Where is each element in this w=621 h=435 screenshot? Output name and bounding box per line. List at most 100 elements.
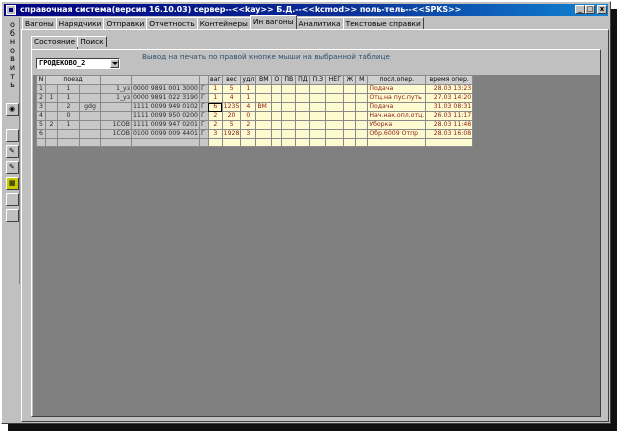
grid-cell[interactable]: 1235 — [221, 102, 242, 112]
grid-cell[interactable] — [281, 102, 297, 112]
grid-cell[interactable]: 28.03 13:23 — [425, 84, 474, 94]
grid-cell[interactable]: 4 — [36, 111, 46, 121]
grid-header-cell[interactable] — [131, 75, 200, 85]
grid-cell[interactable]: ВМ — [255, 102, 273, 112]
grid-cell[interactable] — [343, 102, 357, 112]
grid-cell[interactable]: 1 — [57, 84, 80, 94]
grid-cell[interactable] — [271, 93, 283, 103]
grid-cell[interactable] — [45, 102, 58, 112]
grid-cell[interactable] — [309, 84, 327, 94]
grid-cell[interactable] — [100, 102, 132, 112]
grid-tool-button[interactable]: ▦ — [6, 177, 19, 190]
tab-wagons[interactable]: Вагоны — [22, 17, 57, 29]
grid-cell[interactable]: Г — [198, 111, 209, 121]
grid-cell[interactable] — [295, 84, 311, 94]
grid-cell[interactable]: 1 — [207, 84, 223, 94]
grid-cell[interactable]: Нач.нак.опл.отц. — [367, 111, 427, 121]
grid-cell[interactable]: 2 — [57, 102, 80, 112]
grid-cell[interactable]: 2 — [207, 120, 223, 130]
grid-cell[interactable] — [343, 111, 357, 121]
grid-cell[interactable]: 3 — [207, 129, 223, 139]
grid-header-cell[interactable]: НЕГ — [325, 75, 345, 85]
maximize-button[interactable]: □ — [585, 5, 595, 14]
grid-cell[interactable] — [79, 93, 101, 103]
tool-button-1[interactable] — [6, 129, 19, 142]
grid-header-cell[interactable]: время опер. — [425, 75, 474, 85]
grid-cell[interactable] — [255, 84, 273, 94]
grid-header-cell[interactable]: ПД — [295, 75, 311, 85]
grid-cell[interactable] — [309, 102, 327, 112]
grid-header-cell[interactable]: N — [36, 75, 46, 85]
grid-header-cell[interactable]: П.З — [309, 75, 327, 85]
grid-cell[interactable]: 4 — [240, 102, 257, 112]
station-select[interactable]: ГРОДЕКОВО_2 — [36, 58, 120, 69]
grid-cell[interactable] — [57, 129, 80, 139]
tool-button-2[interactable] — [6, 193, 19, 206]
grid-cell[interactable] — [281, 120, 297, 130]
grid-cell[interactable] — [295, 120, 311, 130]
grid-cell[interactable] — [355, 93, 369, 103]
grid-cell[interactable]: 1_уз — [100, 93, 132, 103]
grid-cell[interactable] — [271, 84, 283, 94]
grid-cell[interactable] — [325, 120, 345, 130]
grid-cell[interactable]: 20 — [221, 111, 242, 121]
tab-containers[interactable]: Контейнеры — [196, 17, 251, 29]
grid-cell[interactable] — [271, 120, 283, 130]
grid-header-cell[interactable]: поезд — [45, 75, 101, 85]
grid-header-cell[interactable]: О — [271, 75, 283, 85]
grid-cell[interactable] — [355, 111, 369, 121]
grid-cell[interactable]: 5 — [221, 84, 242, 94]
grid-cell[interactable]: Г — [198, 93, 209, 103]
grid-cell[interactable]: 1 — [207, 93, 223, 103]
grid-cell[interactable] — [325, 129, 345, 139]
grid-cell[interactable] — [271, 111, 283, 121]
subtab-status[interactable]: Состояние — [31, 36, 79, 49]
grid-cell[interactable]: Подача — [367, 102, 427, 112]
lock-tool-button[interactable]: ◉ — [6, 103, 19, 116]
grid-cell[interactable]: 2 — [45, 120, 58, 130]
grid-cell[interactable]: 0000 9891 001 3000 — [131, 84, 200, 94]
tab-dispatchers[interactable]: Нарядчики — [55, 17, 105, 29]
grid-cell[interactable]: 6 — [36, 129, 46, 139]
grid-header-cell[interactable] — [100, 75, 132, 85]
grid-cell[interactable] — [325, 111, 345, 121]
grid-cell[interactable] — [295, 93, 311, 103]
grid-header-cell[interactable]: ваг — [207, 75, 223, 85]
grid-cell[interactable] — [343, 129, 357, 139]
grid-cell[interactable]: 1_уз — [100, 84, 132, 94]
tab-shipments[interactable]: Отправки — [103, 17, 148, 29]
grid-cell[interactable] — [295, 111, 311, 121]
grid-cell[interactable]: Г — [198, 84, 209, 94]
grid-cell[interactable] — [295, 129, 311, 139]
grid-cell[interactable]: 1111 0099 947 0201 — [131, 120, 200, 130]
grid-cell[interactable] — [343, 84, 357, 94]
grid-header-cell[interactable]: посл.опер. — [367, 75, 427, 85]
grid-cell[interactable] — [100, 111, 132, 121]
grid-cell[interactable]: Уборка — [367, 120, 427, 130]
grid-cell[interactable]: 27.03 14:20 — [425, 93, 474, 103]
grid-cell[interactable]: 31.03 08:31 — [425, 102, 474, 112]
grid-cell[interactable]: Г — [198, 102, 209, 112]
grid-header-cell[interactable]: М — [355, 75, 369, 85]
grid-cell[interactable] — [325, 84, 345, 94]
grid-cell[interactable]: 5 — [221, 120, 242, 130]
grid-cell[interactable] — [309, 129, 327, 139]
title-bar[interactable]: справочная система(версия 16.10.03) серв… — [4, 4, 608, 16]
grid-cell[interactable] — [355, 102, 369, 112]
close-button[interactable]: x — [597, 5, 607, 14]
grid-cell[interactable] — [79, 129, 101, 139]
grid-cell[interactable] — [79, 120, 101, 130]
grid-cell[interactable]: 1111 0099 949 0102 — [131, 102, 200, 112]
grid-header-cell[interactable]: Ж — [343, 75, 357, 85]
grid-cell[interactable]: 1111 0099 950 0200 — [131, 111, 200, 121]
grid-cell[interactable]: 2 — [240, 120, 257, 130]
grid-cell[interactable]: 1СОВ — [100, 120, 132, 130]
grid-cell[interactable]: 0 — [57, 111, 80, 121]
grid-cell[interactable]: 5 — [36, 120, 46, 130]
grid-cell[interactable]: 28.03 11:48 — [425, 120, 474, 130]
grid-cell[interactable] — [325, 93, 345, 103]
grid-cell[interactable] — [255, 129, 273, 139]
subtab-search[interactable]: Поиск — [77, 36, 107, 47]
grid-cell[interactable] — [309, 120, 327, 130]
tab-text-references[interactable]: Текстовые справки — [342, 17, 424, 29]
